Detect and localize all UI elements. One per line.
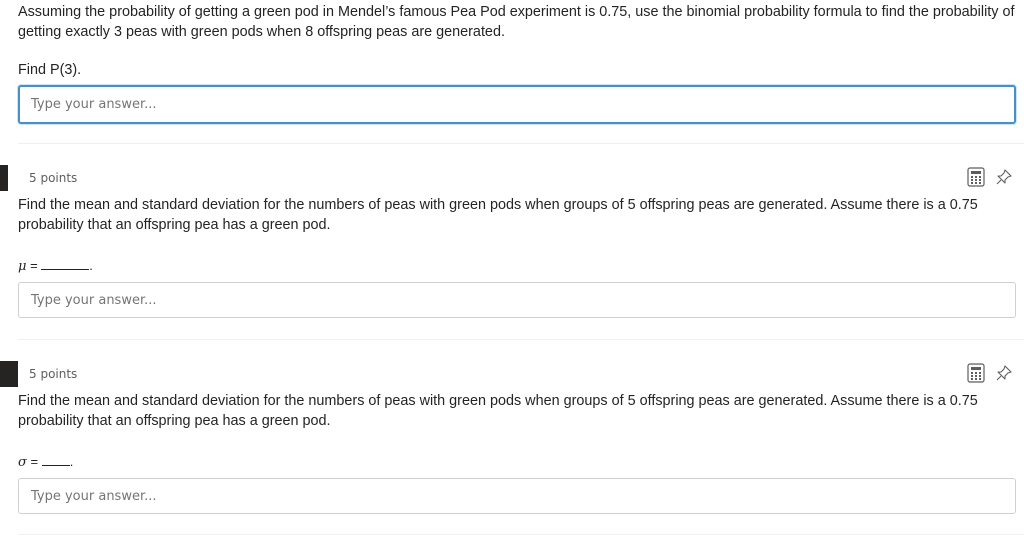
answer-blank	[41, 453, 70, 466]
calculator-icon[interactable]	[966, 363, 986, 383]
question-2-answer-input[interactable]	[18, 282, 1016, 318]
answer-blank	[41, 257, 90, 270]
pin-icon[interactable]	[994, 167, 1014, 187]
question-number-tab	[0, 361, 18, 387]
equals-sign: =	[26, 454, 39, 469]
sigma-symbol: σ	[18, 455, 27, 470]
blank-period: .	[89, 258, 93, 273]
question-number-tab	[0, 165, 8, 191]
divider	[18, 534, 1024, 535]
question-3-points: 5 points	[29, 367, 78, 381]
blank-period: .	[69, 454, 74, 469]
divider	[18, 143, 1024, 144]
question-3-prompt: Find the mean and standard deviation for…	[18, 393, 978, 429]
question-3-formula: σ = .	[18, 452, 73, 473]
question-1-answer-input[interactable]	[18, 85, 1016, 124]
question-3-answer-input[interactable]	[18, 478, 1016, 514]
divider	[18, 339, 1024, 340]
question-1-find-label: Find P(3).	[18, 62, 82, 78]
question-1-prompt: Assuming the probability of getting a gr…	[18, 4, 1015, 40]
calculator-icon[interactable]	[966, 167, 986, 187]
question-2-prompt: Find the mean and standard deviation for…	[18, 197, 978, 233]
pin-icon[interactable]	[994, 363, 1014, 383]
equals-sign: =	[26, 258, 38, 273]
question-2-formula: μ = .	[18, 256, 93, 277]
question-2-points: 5 points	[29, 171, 78, 185]
